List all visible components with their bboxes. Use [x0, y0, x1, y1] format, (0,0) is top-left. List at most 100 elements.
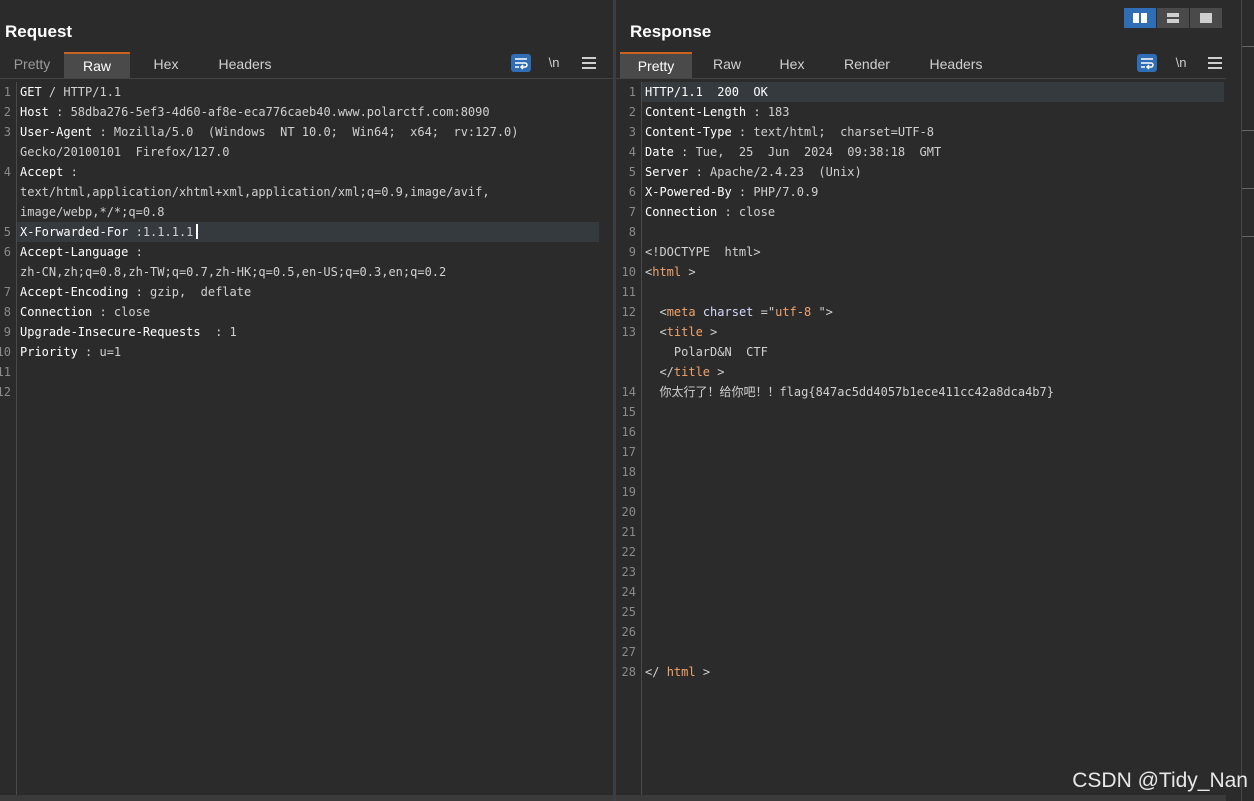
response-header-name: Content-Type — [645, 125, 732, 139]
response-text: > — [681, 265, 696, 279]
response-horizontal-scrollbar[interactable] — [616, 795, 1226, 801]
response-tab-headers[interactable]: Headers — [912, 52, 1000, 78]
response-title: Response — [630, 22, 712, 41]
request-line: Host : 58dba276-5ef3-4d60-af8e-eca776cae… — [20, 102, 490, 122]
response-text: : Tue, 25 Jun 2024 09:38:18 GMT — [673, 145, 942, 159]
request-header-name: Connection — [20, 305, 93, 319]
request-gutter — [0, 82, 17, 795]
request-tab-divider — [0, 78, 613, 79]
response-tab-raw[interactable]: Raw — [692, 52, 762, 78]
request-line: zh-CN,zh;q=0.8,zh-TW;q=0.7,zh-HK;q=0.5,e… — [20, 262, 446, 282]
request-header-name: Accept — [20, 165, 64, 179]
request-horizontal-scrollbar[interactable] — [0, 795, 613, 801]
layout-stacked-icon[interactable] — [1157, 8, 1189, 28]
response-tab-pretty[interactable]: Pretty — [620, 52, 692, 78]
watermark: CSDN @Tidy_Nan — [1072, 769, 1248, 792]
response-line-number: 13 — [621, 325, 636, 339]
request-editor[interactable]: 1 GET / HTTP/1.1 2 Host : 58dba276-5ef3-4d6… — [0, 82, 600, 795]
html-tag-name: html — [652, 265, 682, 279]
response-line: Date : Tue, 25 Jun 2024 09:38:18 GMT — [645, 142, 941, 162]
response-text: < — [645, 305, 667, 319]
response-text: : close — [717, 205, 776, 219]
response-line-number: 1 — [628, 85, 636, 99]
response-line-number: 22 — [621, 545, 636, 559]
response-menu-icon[interactable] — [1208, 54, 1222, 72]
request-line-number: 2 — [3, 105, 11, 119]
request-line-number: 1 — [3, 85, 11, 99]
request-header-name: Priority — [20, 345, 78, 359]
request-tab-pretty[interactable]: Pretty — [0, 52, 64, 78]
html-tag-name: html — [666, 665, 696, 679]
response-text: charset — [702, 305, 754, 319]
request-line: GET / HTTP/1.1 — [20, 82, 121, 102]
response-line: Server : Apache/2.4.23 (Unix) — [645, 162, 862, 182]
html-tag-name: meta — [666, 305, 696, 319]
response-line: HTTP/1.1 200 OK — [645, 82, 768, 102]
request-line-value: : — [63, 165, 78, 179]
response-line: <title > — [645, 322, 717, 342]
response-newline-toggle[interactable]: \n — [1173, 54, 1189, 72]
request-line-value: zh-CN,zh;q=0.8,zh-TW;q=0.7,zh-HK;q=0.5,e… — [20, 265, 447, 279]
request-tab-headers[interactable]: Headers — [202, 52, 288, 78]
response-text: > — [702, 325, 718, 339]
request-newline-toggle[interactable]: \n — [546, 54, 562, 72]
response-line-number: 16 — [621, 425, 636, 439]
response-tab-render[interactable]: Render — [822, 52, 912, 78]
text-caret — [196, 224, 199, 239]
layout-switcher — [1124, 8, 1223, 28]
response-line-number: 5 — [628, 165, 636, 179]
response-tab-divider — [616, 78, 1226, 79]
response-line-number: 3 — [628, 125, 636, 139]
request-line-number: 7 — [3, 285, 11, 299]
request-line-value: :1.1.1.1 — [128, 225, 194, 239]
request-wrap-lines-icon[interactable] — [511, 54, 531, 72]
request-tab-raw[interactable]: Raw — [64, 52, 130, 78]
response-line: <!DOCTYPE html> — [645, 242, 761, 262]
response-text: </ — [645, 665, 667, 679]
response-text: =" — [753, 305, 776, 319]
response-header-name: Connection — [645, 205, 718, 219]
request-header-name: X-Forwarded-For — [20, 225, 129, 239]
request-line-number: 9 — [3, 325, 11, 339]
response-line-number: 10 — [621, 265, 636, 279]
response-line-number: 15 — [621, 405, 636, 419]
request-tab-hex[interactable]: Hex — [130, 52, 202, 78]
request-line: Accept-Language : — [20, 242, 143, 262]
request-line: User-Agent : Mozilla/5.0 (Windows NT 10.… — [20, 122, 519, 142]
request-line-value: : Mozilla/5.0 (Windows NT 10.0; Win64; x… — [92, 125, 519, 139]
layout-single-icon[interactable] — [1190, 8, 1222, 28]
layout-side-by-side-icon[interactable] — [1124, 8, 1156, 28]
request-line: image/webp,*/*;q=0.8 — [20, 202, 165, 222]
response-line-number: 11 — [621, 285, 636, 299]
response-text: "> — [811, 305, 833, 319]
request-title: Request — [5, 22, 73, 41]
request-pane: Request Pretty Raw Hex Headers \n 1 GET /… — [0, 0, 613, 801]
response-text: : PHP/7.0.9 — [731, 185, 819, 199]
response-text: > — [710, 365, 725, 379]
request-line-value: : 58dba276-5ef3-4d60-af8e-eca776caeb40.w… — [48, 105, 490, 119]
response-line-number: 17 — [621, 445, 636, 459]
response-editor[interactable]: 1 HTTP/1.1 200 OK 2 Content-Length : 183 3 Co… — [616, 82, 1226, 795]
request-line-number: 11 — [0, 365, 11, 379]
request-line: Priority : u=1 — [20, 342, 121, 362]
request-tabs: Pretty Raw Hex Headers — [0, 52, 288, 78]
response-header-name: Server — [645, 165, 689, 179]
response-line: </title > — [645, 362, 724, 382]
response-line-number: 14 — [621, 385, 636, 399]
response-line-number: 25 — [621, 605, 636, 619]
request-line: text/html,application/xhtml+xml,applicat… — [20, 182, 490, 202]
response-tab-hex[interactable]: Hex — [762, 52, 822, 78]
request-line: Accept-Encoding : gzip, deflate — [20, 282, 251, 302]
html-tag-name: title — [673, 365, 711, 379]
request-line-value: Gecko/20100101 Firefox/127.0 — [20, 145, 230, 159]
response-line: 你太行了！给你吧！！flag{847ac5dd4057b1ece411cc42a… — [645, 382, 1054, 402]
response-line-number: 2 — [628, 105, 636, 119]
response-wrap-lines-icon[interactable] — [1137, 54, 1157, 72]
response-text — [696, 305, 703, 319]
request-menu-icon[interactable] — [582, 54, 596, 72]
response-line-number: 7 — [628, 205, 636, 219]
request-line-value: text/html,application/xhtml+xml,applicat… — [20, 185, 490, 199]
response-line-number: 21 — [621, 525, 636, 539]
response-vertical-scrollbar[interactable] — [1241, 0, 1254, 801]
request-line-number: 8 — [3, 305, 11, 319]
